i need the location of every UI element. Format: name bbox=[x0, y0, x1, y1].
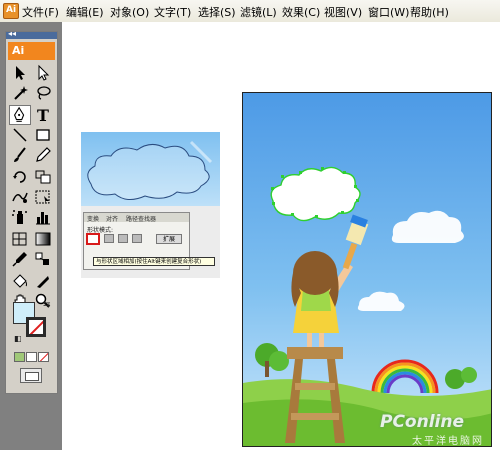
pconline-watermark: PConline bbox=[380, 412, 465, 432]
pen-tool-icon[interactable] bbox=[9, 105, 31, 125]
intersect-shape-button[interactable] bbox=[118, 234, 128, 243]
pathfinder-screenshot-inset: 变换 对齐 路径查找器 形状模式: 扩展 与形状区域相加(按住Alt键来创建复合… bbox=[81, 132, 220, 278]
pconline-watermark-subtitle: 太平洋电脑网 bbox=[412, 436, 484, 447]
rotate-tool-icon[interactable] bbox=[9, 167, 31, 187]
menu-window[interactable]: 窗口(W) bbox=[368, 4, 409, 19]
screen-mode-icon[interactable] bbox=[20, 368, 42, 383]
menu-type[interactable]: 文字(T) bbox=[154, 4, 191, 19]
direct-selection-tool-icon[interactable] bbox=[32, 63, 54, 83]
menu-file[interactable]: 文件(F) bbox=[22, 4, 59, 19]
swap-fill-stroke-icon[interactable]: ⇆ bbox=[43, 300, 51, 310]
slice-tool-icon[interactable] bbox=[32, 271, 54, 291]
menu-view[interactable]: 视图(V) bbox=[324, 4, 362, 19]
tools-panel: ◂◂ Ai T ⇆ ◧ bbox=[5, 29, 58, 394]
tab-align[interactable]: 对齐 bbox=[106, 214, 118, 223]
symbol-sprayer-tool-icon[interactable] bbox=[9, 207, 31, 227]
blend-tool-icon[interactable] bbox=[32, 249, 54, 269]
tooltip: 与形状区域相加(按住Alt键来创建复合形状) bbox=[93, 257, 215, 266]
column-graph-tool-icon[interactable] bbox=[32, 207, 54, 227]
girl-painting-cloud-illustration bbox=[243, 166, 491, 446]
menu-filter[interactable]: 滤镜(L) bbox=[240, 4, 277, 19]
menu-object[interactable]: 对象(O) bbox=[110, 4, 149, 19]
menu-help[interactable]: 帮助(H) bbox=[410, 4, 449, 19]
gradient-tool-icon[interactable] bbox=[32, 229, 54, 249]
menu-select[interactable]: 选择(S) bbox=[198, 4, 236, 19]
warp-tool-icon[interactable] bbox=[9, 187, 31, 207]
menu-effect[interactable]: 效果(C) bbox=[282, 4, 320, 19]
type-tool-icon[interactable]: T bbox=[32, 105, 54, 125]
tab-transform[interactable]: 变换 bbox=[87, 214, 99, 223]
add-to-shape-area-button[interactable] bbox=[86, 233, 100, 245]
svg-text:T: T bbox=[37, 106, 49, 125]
ai-logo: Ai bbox=[8, 42, 55, 60]
menu-bar: Ai 文件(F) 编辑(E) 对象(O) 文字(T) 选择(S) 滤镜(L) 效… bbox=[0, 0, 500, 23]
color-mode-icon[interactable] bbox=[14, 352, 25, 362]
selection-tool-icon[interactable] bbox=[9, 63, 31, 83]
rectangle-tool-icon[interactable] bbox=[32, 125, 54, 145]
illustrator-app-icon[interactable]: Ai bbox=[3, 3, 19, 19]
none-mode-icon[interactable] bbox=[38, 352, 49, 362]
inset-sky bbox=[81, 132, 220, 206]
stroke-none-swatch[interactable] bbox=[26, 317, 46, 337]
magic-wand-tool-icon[interactable] bbox=[9, 83, 31, 103]
subtract-shape-button[interactable] bbox=[104, 234, 114, 243]
inset-cloud-outline-icon bbox=[87, 140, 213, 200]
artboard-illustration bbox=[242, 92, 492, 447]
lasso-tool-icon[interactable] bbox=[32, 83, 54, 103]
tab-pathfinder[interactable]: 路径查找器 bbox=[126, 214, 156, 223]
mesh-tool-icon[interactable] bbox=[9, 229, 31, 249]
pathfinder-tab-bar: 变换 对齐 路径查找器 bbox=[84, 213, 189, 223]
collapse-icon[interactable]: ◂◂ bbox=[8, 29, 16, 38]
free-transform-tool-icon[interactable] bbox=[32, 187, 54, 207]
workspace: ◂◂ Ai T ⇆ ◧ 变换 对齐 路径查找器 形状模式: 扩展 与形状区域相加… bbox=[0, 22, 500, 450]
default-colors-icon[interactable]: ◧ bbox=[14, 334, 22, 343]
scale-tool-icon[interactable] bbox=[32, 167, 54, 187]
expand-button[interactable]: 扩展 bbox=[156, 234, 182, 244]
paintbrush-tool-icon[interactable] bbox=[9, 145, 31, 165]
gradient-mode-icon[interactable] bbox=[26, 352, 37, 362]
exclude-shape-button[interactable] bbox=[132, 234, 142, 243]
tools-panel-header[interactable]: ◂◂ bbox=[6, 29, 57, 39]
menu-edit[interactable]: 编辑(E) bbox=[66, 4, 104, 19]
line-tool-icon[interactable] bbox=[9, 125, 31, 145]
pencil-tool-icon[interactable] bbox=[32, 145, 54, 165]
live-paint-bucket-tool-icon[interactable] bbox=[9, 271, 31, 291]
eyedropper-tool-icon[interactable] bbox=[9, 249, 31, 269]
